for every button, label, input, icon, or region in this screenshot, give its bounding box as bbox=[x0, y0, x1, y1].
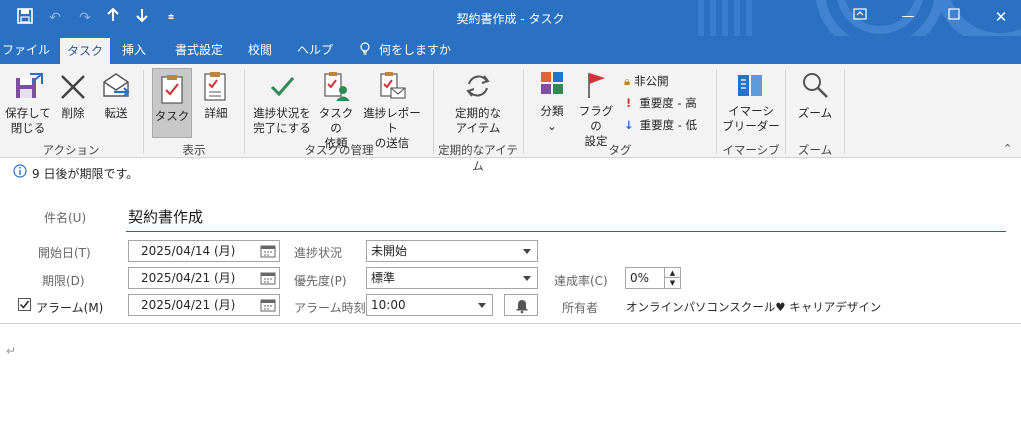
percent-complete-label: 達成率(C) bbox=[554, 274, 608, 288]
immersive-reader-icon bbox=[738, 75, 762, 96]
ribbon-tabs: ファイル タスク 挿入 書式設定 校閲 ヘルプ 何をしますか bbox=[0, 36, 1021, 64]
group-label-show: 表示 bbox=[182, 143, 206, 157]
start-date-field[interactable]: 2025/04/14 (月) bbox=[128, 240, 280, 262]
title-bar: ↶ ↷ ⩧ 契約書作成 - タスク — ✕ bbox=[0, 0, 1021, 36]
save-close-button[interactable]: 保存して 閉じる bbox=[4, 70, 52, 136]
close-icon[interactable]: ✕ bbox=[987, 6, 1015, 28]
reminder-time-label: アラーム時刻 bbox=[294, 301, 366, 315]
details-icon bbox=[204, 72, 226, 101]
group-label-immersive: イマーシブ bbox=[722, 143, 780, 157]
immersive-reader-button[interactable]: イマーシ ブリーダー bbox=[720, 70, 782, 134]
checkmark-icon bbox=[270, 77, 295, 97]
status-select[interactable]: 未開始 bbox=[366, 240, 538, 262]
tell-me-search[interactable]: 何をしますか bbox=[352, 36, 456, 64]
status-label: 進捗状況 bbox=[294, 246, 343, 260]
reminder-checkbox[interactable] bbox=[18, 298, 31, 311]
checkmark-icon bbox=[19, 300, 30, 309]
lightbulb-icon bbox=[357, 36, 373, 64]
tab-file[interactable]: ファイル bbox=[0, 36, 52, 64]
flag-icon bbox=[588, 73, 605, 98]
assign-task-button[interactable]: タスクの 依頼 bbox=[316, 70, 356, 151]
bell-icon bbox=[516, 300, 528, 314]
delete-icon bbox=[61, 75, 85, 99]
info-icon bbox=[13, 164, 27, 181]
lock-icon: 🔒︎ bbox=[624, 74, 631, 88]
spin-up-icon[interactable]: ▲ bbox=[664, 268, 680, 278]
chevron-down-icon bbox=[523, 276, 531, 281]
calendar-icon[interactable] bbox=[260, 298, 276, 312]
info-bar: 9 日後が期限です。 bbox=[0, 158, 1021, 184]
group-label-tags: タグ bbox=[608, 143, 632, 157]
tab-format[interactable]: 書式設定 bbox=[166, 36, 232, 64]
group-label-actions: アクション bbox=[42, 143, 100, 157]
task-clipboard-icon bbox=[161, 75, 183, 104]
status-report-icon bbox=[380, 72, 406, 99]
reminder-time-select[interactable]: 10:00 bbox=[366, 294, 493, 316]
details-button[interactable]: 詳細 bbox=[198, 70, 234, 121]
tab-insert[interactable]: 挿入 bbox=[114, 36, 154, 64]
down-arrow-icon: ↓ bbox=[624, 118, 634, 132]
categorize-icon bbox=[541, 72, 563, 94]
priority-label: 優先度(P) bbox=[294, 274, 347, 288]
categorize-button[interactable]: 分類 ⌄ bbox=[534, 70, 570, 134]
spin-down-icon[interactable]: ▼ bbox=[664, 278, 680, 288]
forward-button[interactable]: 転送 bbox=[96, 70, 136, 121]
owner-label: 所有者 bbox=[562, 301, 599, 315]
tab-review[interactable]: 校閲 bbox=[240, 36, 280, 64]
mark-complete-button[interactable]: 進捗状況を 完了にする bbox=[250, 70, 314, 136]
follow-up-button[interactable]: フラグの 設定 bbox=[574, 70, 618, 149]
ribbon-divider bbox=[844, 70, 845, 154]
reminder-label: アラーム(M) bbox=[36, 301, 104, 315]
tab-help[interactable]: ヘルプ bbox=[292, 36, 338, 64]
task-view-button[interactable]: タスク bbox=[152, 68, 192, 138]
collapse-ribbon-icon[interactable]: ⌃ bbox=[1003, 142, 1012, 155]
calendar-icon[interactable] bbox=[260, 271, 276, 285]
magnifier-icon bbox=[803, 73, 828, 98]
subject-label: 件名(U) bbox=[44, 211, 87, 225]
recurrence-icon bbox=[466, 75, 490, 97]
delete-button[interactable]: 削除 bbox=[56, 70, 90, 121]
owner-value: オンラインパソコンスクール♥ キャリアデザイン bbox=[626, 300, 882, 314]
minimize-icon[interactable]: — bbox=[894, 6, 922, 28]
subject-input[interactable]: 契約書作成 bbox=[126, 204, 1006, 232]
assign-task-icon bbox=[324, 72, 350, 101]
recurrence-button[interactable]: 定期的な アイテム bbox=[448, 70, 508, 136]
start-date-label: 開始日(T) bbox=[38, 246, 91, 260]
maximize-icon[interactable] bbox=[940, 6, 968, 28]
due-notice: 9 日後が期限です。 bbox=[32, 167, 139, 181]
tab-task[interactable]: タスク bbox=[60, 38, 110, 64]
low-importance-button[interactable]: ↓ 重要度 - 低 bbox=[624, 116, 697, 134]
zoom-button[interactable]: ズーム bbox=[794, 70, 836, 121]
restore-ribbon-icon[interactable] bbox=[846, 6, 874, 28]
tell-me-label: 何をしますか bbox=[378, 43, 451, 57]
group-label-manage: タスクの管理 bbox=[304, 143, 374, 157]
calendar-icon[interactable] bbox=[260, 244, 276, 258]
high-importance-button[interactable]: ! 重要度 - 高 bbox=[624, 94, 697, 112]
ribbon: 保存して 閉じる 削除 転送 アクション タスク 詳細 表示 進捗状況を 完了に… bbox=[0, 64, 1021, 173]
chevron-down-icon bbox=[523, 249, 531, 254]
chevron-down-icon: ⌄ bbox=[547, 119, 557, 133]
save-close-icon bbox=[16, 73, 43, 98]
priority-select[interactable]: 標準 bbox=[366, 267, 538, 289]
group-label-zoom: ズーム bbox=[797, 143, 833, 157]
exclamation-icon: ! bbox=[626, 96, 632, 110]
task-body-editor[interactable]: ↵ bbox=[0, 324, 1021, 429]
due-date-label: 期限(D) bbox=[42, 274, 85, 288]
paragraph-mark: ↵ bbox=[6, 344, 17, 358]
send-status-button[interactable]: 進捗レポート の送信 bbox=[358, 70, 426, 151]
due-date-field[interactable]: 2025/04/21 (月) bbox=[128, 267, 280, 289]
private-button[interactable]: 🔒︎ 非公開 bbox=[624, 72, 669, 90]
reminder-date-field[interactable]: 2025/04/21 (月) bbox=[128, 294, 280, 316]
percent-complete-spinner[interactable]: 0% ▲ ▼ bbox=[625, 267, 681, 289]
forward-icon bbox=[103, 73, 130, 97]
reminder-sound-button[interactable] bbox=[504, 294, 538, 316]
chevron-down-icon bbox=[478, 303, 486, 308]
